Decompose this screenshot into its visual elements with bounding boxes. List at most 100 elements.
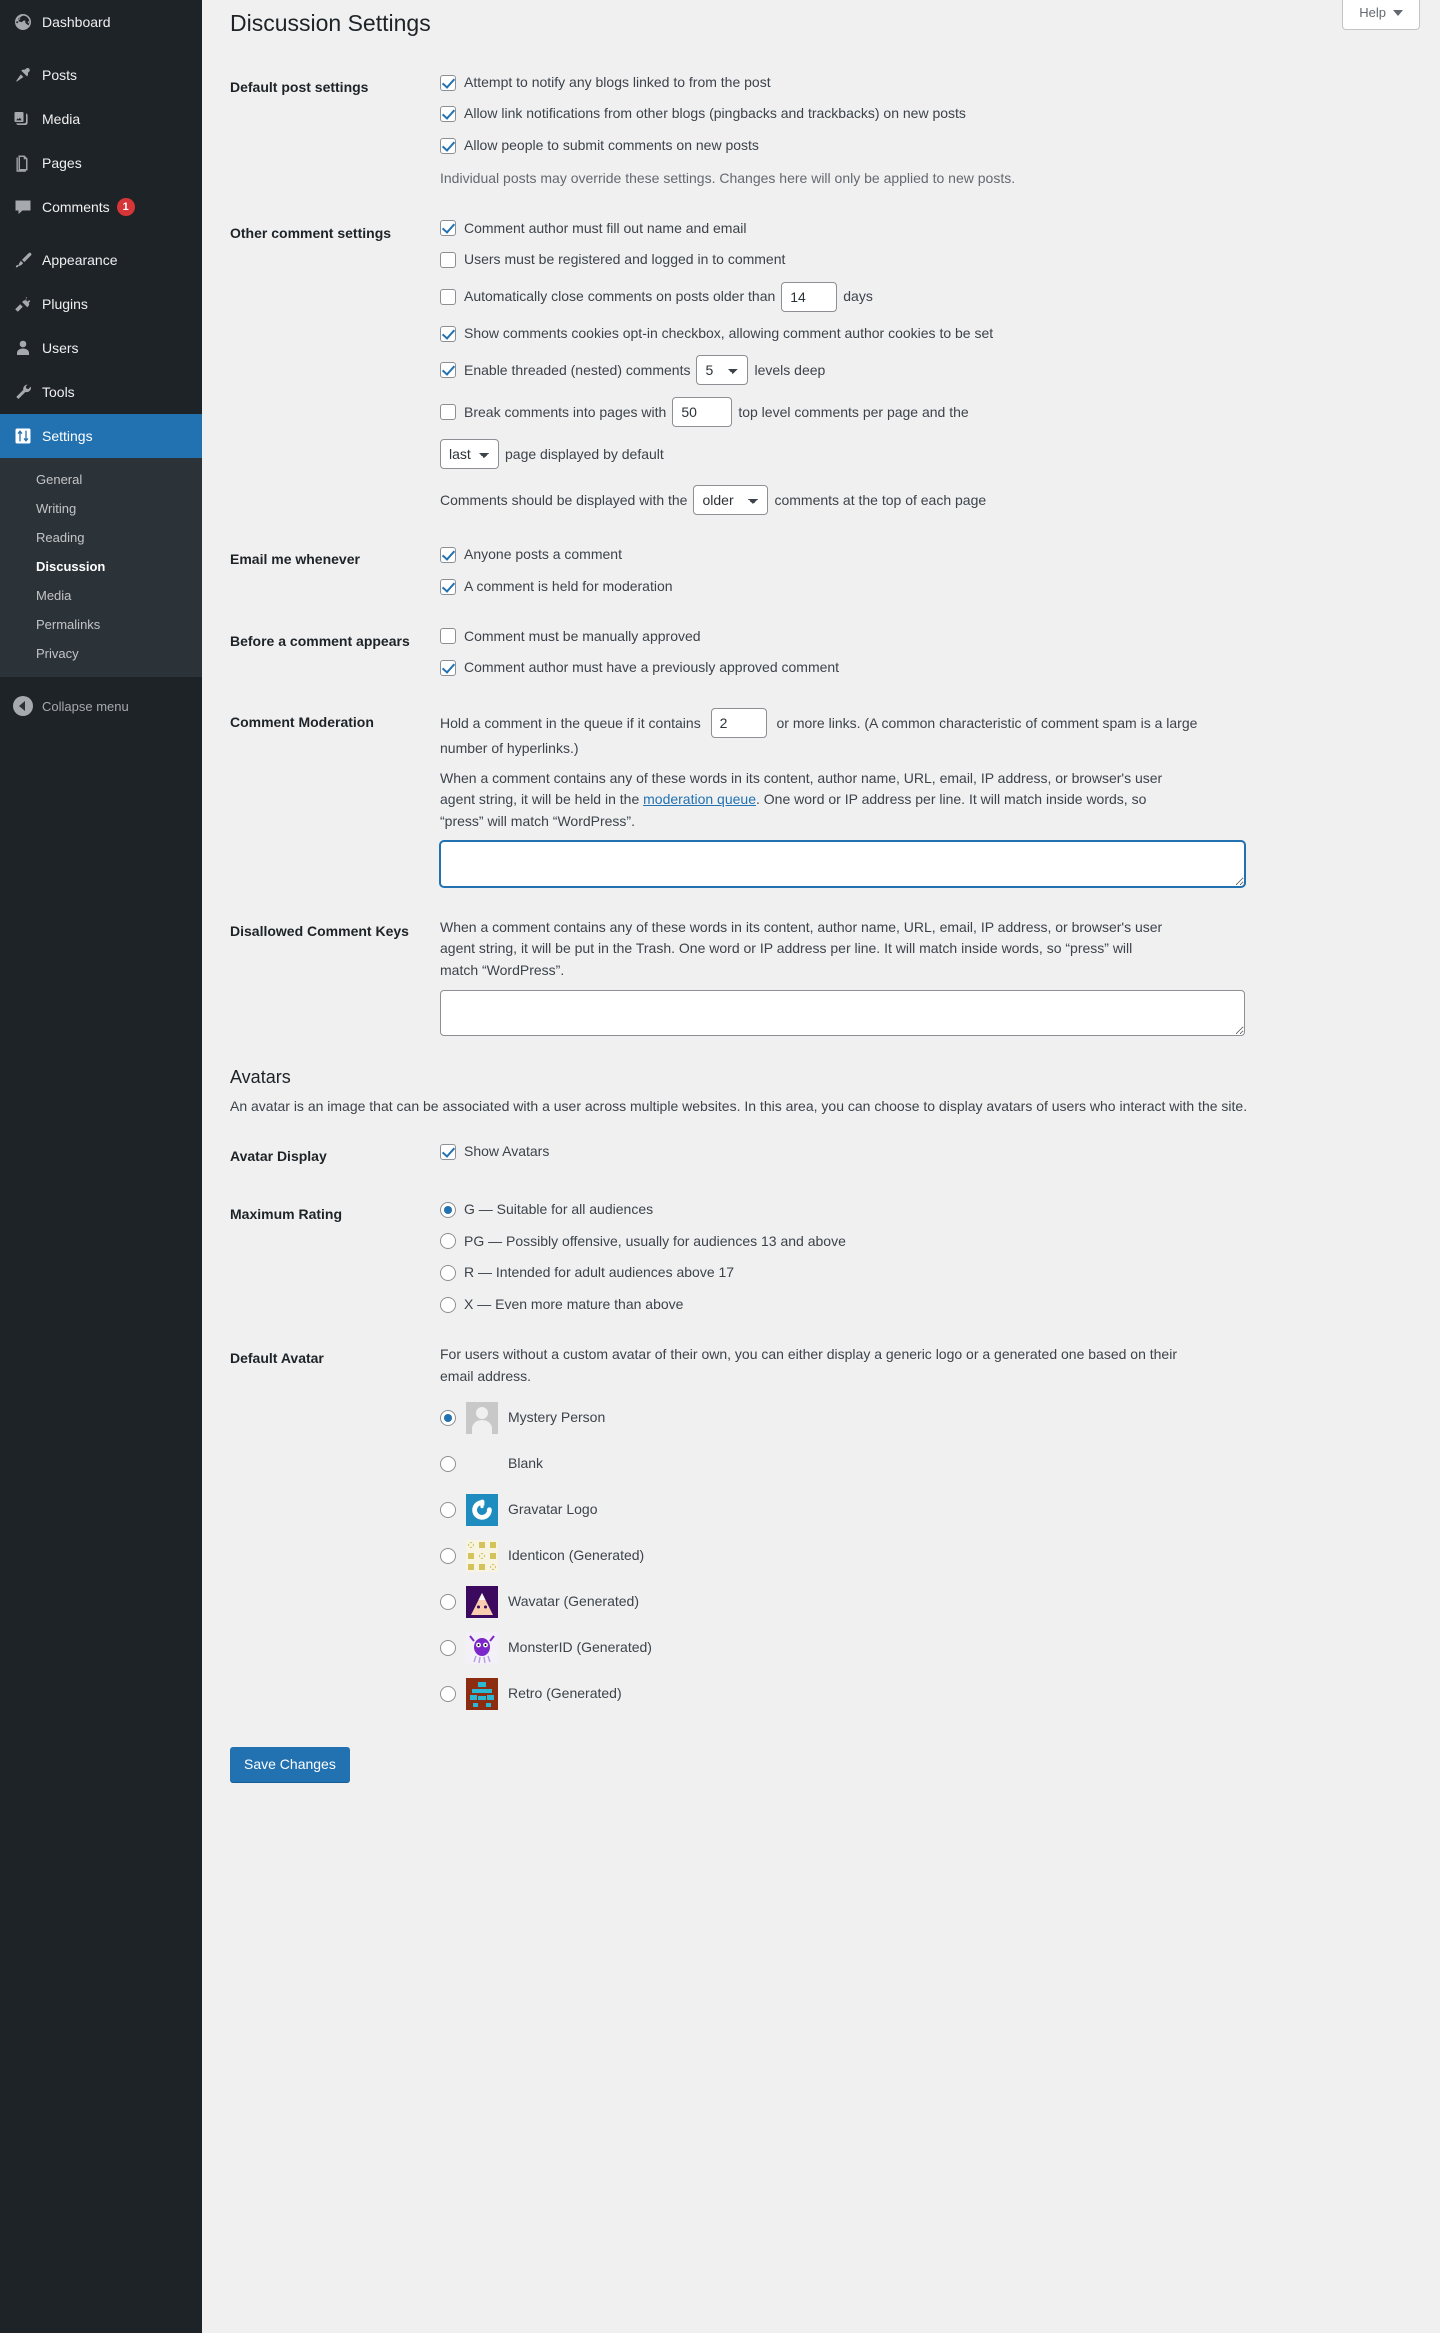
show-cookies-optin-checkbox[interactable]	[440, 325, 456, 342]
sidebar-item-settings[interactable]: Settings	[0, 414, 210, 458]
avatar-gravatar-logo-radio[interactable]	[440, 1501, 456, 1518]
option-require-registration[interactable]: Users must be registered and logged in t…	[440, 250, 1410, 270]
rating-pg-label[interactable]: PG — Possibly offensive, usually for aud…	[464, 1232, 846, 1252]
option-avatar-blank[interactable]: Blank	[440, 1448, 1410, 1480]
require-registration-label[interactable]: Users must be registered and logged in t…	[464, 250, 785, 270]
sidebar-item-posts[interactable]: Posts	[0, 53, 202, 97]
comment-order-select[interactable]: oldernewer	[693, 485, 769, 516]
threaded-comments-checkbox[interactable]	[440, 362, 456, 379]
require-name-email-label[interactable]: Comment author must fill out name and em…	[464, 219, 746, 239]
option-avatar-retro[interactable]: Retro (Generated)	[440, 1677, 1410, 1710]
option-rating-r[interactable]: R — Intended for adult audiences above 1…	[440, 1263, 1410, 1283]
avatar-identicon-radio[interactable]	[440, 1547, 456, 1564]
sidebar-item-tools[interactable]: Tools	[0, 370, 202, 414]
option-avatar-gravatar-logo[interactable]: Gravatar Logo	[440, 1493, 1410, 1526]
close-comments-checkbox[interactable]	[440, 288, 456, 305]
threaded-comments-label-before[interactable]: Enable threaded (nested) comments	[464, 361, 690, 381]
option-show-cookies-optin[interactable]: Show comments cookies opt-in checkbox, a…	[440, 324, 1410, 344]
show-cookies-optin-label[interactable]: Show comments cookies opt-in checkbox, a…	[464, 324, 993, 344]
email-anyone-posts-label[interactable]: Anyone posts a comment	[464, 545, 622, 565]
avatar-blank-label[interactable]: Blank	[508, 1454, 543, 1474]
option-rating-x[interactable]: X — Even more mature than above	[440, 1295, 1410, 1315]
rating-r-radio[interactable]	[440, 1265, 456, 1281]
moderation-queue-link[interactable]: moderation queue	[643, 791, 756, 807]
avatar-wavatar-label[interactable]: Wavatar (Generated)	[508, 1592, 639, 1612]
threaded-levels-select[interactable]: 12345678910	[696, 355, 749, 386]
rating-x-label[interactable]: X — Even more mature than above	[464, 1295, 683, 1315]
default-page-select[interactable]: firstlast	[440, 439, 499, 470]
option-comment-order[interactable]: Comments should be displayed with the ol…	[440, 485, 1410, 516]
require-name-email-checkbox[interactable]	[440, 220, 456, 237]
moderation-links-input[interactable]	[710, 707, 767, 738]
option-rating-pg[interactable]: PG — Possibly offensive, usually for aud…	[440, 1232, 1410, 1252]
rating-pg-radio[interactable]	[440, 1233, 456, 1250]
email-held-moderation-checkbox[interactable]	[440, 578, 456, 595]
rating-g-radio[interactable]	[440, 1201, 456, 1218]
notify-blogs-label[interactable]: Attempt to notify any blogs linked to fr…	[464, 73, 771, 93]
sidebar-item-plugins[interactable]: Plugins	[0, 282, 202, 326]
avatar-retro-label[interactable]: Retro (Generated)	[508, 1684, 622, 1704]
option-previously-approved[interactable]: Comment author must have a previously ap…	[440, 658, 1410, 678]
rating-r-label[interactable]: R — Intended for adult audiences above 1…	[464, 1263, 734, 1283]
disallowed-keys-textarea[interactable]	[440, 989, 1245, 1036]
option-email-anyone-posts[interactable]: Anyone posts a comment	[440, 545, 1410, 565]
sidebar-item-users[interactable]: Users	[0, 326, 202, 370]
previously-approved-checkbox[interactable]	[440, 660, 456, 677]
break-comments-checkbox[interactable]	[440, 404, 456, 421]
save-changes-button[interactable]: Save Changes	[230, 1746, 350, 1782]
avatar-wavatar-radio[interactable]	[440, 1593, 456, 1610]
sidebar-item-appearance[interactable]: Appearance	[0, 238, 202, 282]
submenu-item-permalinks[interactable]: Permalinks	[0, 610, 202, 639]
avatar-identicon-label[interactable]: Identicon (Generated)	[508, 1546, 644, 1566]
comments-per-page-input[interactable]	[672, 397, 733, 428]
option-rating-g[interactable]: G — Suitable for all audiences	[440, 1200, 1410, 1220]
sidebar-item-pages[interactable]: Pages	[0, 141, 202, 185]
avatar-mystery-person-label[interactable]: Mystery Person	[508, 1408, 605, 1428]
avatar-retro-radio[interactable]	[440, 1685, 456, 1702]
allow-comments-checkbox[interactable]	[440, 137, 456, 154]
option-avatar-wavatar[interactable]: Wavatar (Generated)	[440, 1585, 1410, 1618]
option-show-avatars[interactable]: Show Avatars	[440, 1142, 1410, 1162]
avatar-monsterid-radio[interactable]	[440, 1639, 456, 1656]
manual-approval-checkbox[interactable]	[440, 628, 456, 645]
option-allow-pingbacks[interactable]: Allow link notifications from other blog…	[440, 104, 1410, 124]
submenu-item-general[interactable]: General	[0, 465, 202, 494]
break-comments-label-before[interactable]: Break comments into pages with	[464, 403, 666, 423]
show-avatars-label[interactable]: Show Avatars	[464, 1142, 549, 1162]
close-comments-label-before[interactable]: Automatically close comments on posts ol…	[464, 287, 775, 307]
manual-approval-label[interactable]: Comment must be manually approved	[464, 627, 701, 647]
avatar-mystery-person-radio[interactable]	[440, 1409, 456, 1426]
option-break-comments-pages[interactable]: Break comments into pages with top level…	[440, 397, 1410, 428]
email-held-moderation-label[interactable]: A comment is held for moderation	[464, 577, 673, 597]
allow-pingbacks-checkbox[interactable]	[440, 106, 456, 123]
option-notify-blogs[interactable]: Attempt to notify any blogs linked to fr…	[440, 73, 1410, 93]
show-avatars-checkbox[interactable]	[440, 1143, 456, 1160]
option-require-name-email[interactable]: Comment author must fill out name and em…	[440, 219, 1410, 239]
allow-comments-label[interactable]: Allow people to submit comments on new p…	[464, 136, 759, 156]
option-email-held-moderation[interactable]: A comment is held for moderation	[440, 577, 1410, 597]
option-close-comments[interactable]: Automatically close comments on posts ol…	[440, 281, 1410, 312]
option-default-page-display[interactable]: firstlast page displayed by default	[440, 439, 1410, 470]
option-threaded-comments[interactable]: Enable threaded (nested) comments 123456…	[440, 355, 1410, 386]
avatar-gravatar-logo-label[interactable]: Gravatar Logo	[508, 1500, 598, 1520]
rating-g-label[interactable]: G — Suitable for all audiences	[464, 1200, 653, 1220]
require-registration-checkbox[interactable]	[440, 252, 456, 269]
rating-x-radio[interactable]	[440, 1296, 456, 1313]
email-anyone-posts-checkbox[interactable]	[440, 547, 456, 564]
sidebar-item-dashboard[interactable]: Dashboard	[0, 0, 202, 44]
avatar-monsterid-label[interactable]: MonsterID (Generated)	[508, 1638, 652, 1658]
option-allow-comments[interactable]: Allow people to submit comments on new p…	[440, 136, 1410, 156]
collapse-menu-button[interactable]: Collapse menu	[0, 687, 202, 725]
sidebar-item-media[interactable]: Media	[0, 97, 202, 141]
previously-approved-label[interactable]: Comment author must have a previously ap…	[464, 658, 839, 678]
option-avatar-monsterid[interactable]: MonsterID (Generated)	[440, 1631, 1410, 1664]
allow-pingbacks-label[interactable]: Allow link notifications from other blog…	[464, 104, 966, 124]
option-manual-approval[interactable]: Comment must be manually approved	[440, 627, 1410, 647]
option-avatar-identicon[interactable]: Identicon (Generated)	[440, 1539, 1410, 1572]
moderation-keys-textarea[interactable]	[440, 840, 1245, 887]
submenu-item-media[interactable]: Media	[0, 581, 202, 610]
avatar-blank-radio[interactable]	[440, 1455, 456, 1472]
submenu-item-writing[interactable]: Writing	[0, 494, 202, 523]
close-comments-days-input[interactable]	[781, 281, 838, 312]
help-tab-button[interactable]: Help	[1342, 0, 1420, 30]
